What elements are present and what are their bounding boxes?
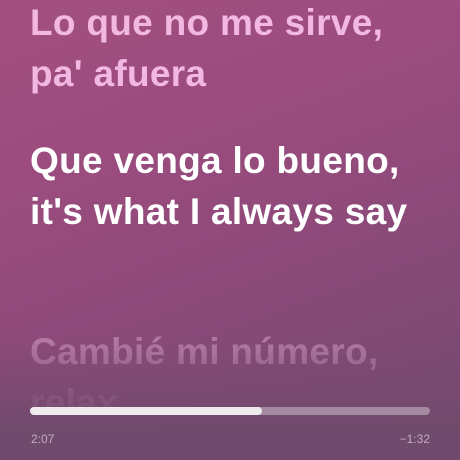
remaining-time: −1:32 [399,432,430,446]
playback-progress-fill [30,407,262,415]
lyrics-screen: Lo que no me sirve, pa' afuera Que venga… [0,0,460,460]
playback-scrubber[interactable] [30,407,430,415]
elapsed-time: 2:07 [31,432,55,446]
lyric-line-current[interactable]: Que venga lo bueno, it's what I always s… [30,135,440,237]
lyric-line-previous[interactable]: Lo que no me sirve, pa' afuera [30,0,440,99]
